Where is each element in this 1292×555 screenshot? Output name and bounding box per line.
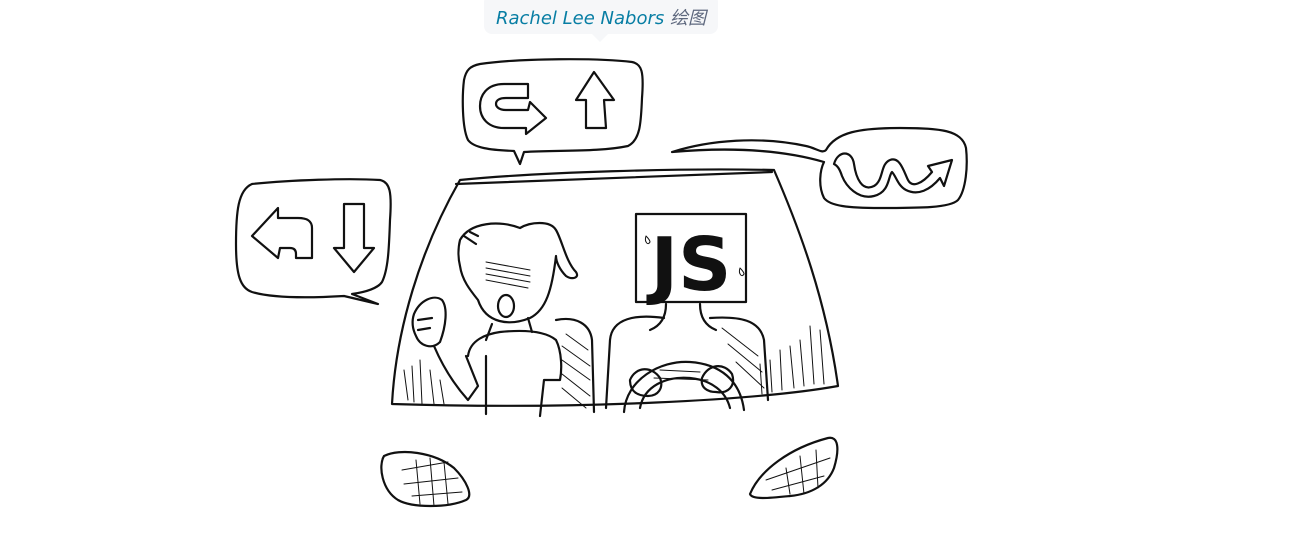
u-turn-arrow-icon	[480, 84, 546, 134]
speech-bubble-left	[236, 179, 391, 304]
car-body	[392, 169, 838, 405]
down-arrow-icon	[334, 204, 374, 272]
up-arrow-icon	[576, 72, 614, 128]
driver-js-character: JS	[624, 214, 746, 412]
speech-bubble-top	[463, 59, 643, 164]
turn-left-arrow-icon	[252, 208, 312, 258]
speech-bubble-right	[672, 128, 967, 208]
wavy-arrow-icon	[834, 154, 952, 197]
passenger-person	[413, 223, 577, 416]
headlight-left	[381, 452, 469, 506]
js-sign-text: JS	[646, 222, 732, 308]
shading-lines	[404, 326, 824, 404]
illustration-figure: Rachel Lee Nabors 绘图 JS	[0, 0, 1292, 555]
car-driving-illustration: JS	[0, 0, 1292, 555]
headlight-right	[750, 438, 837, 498]
